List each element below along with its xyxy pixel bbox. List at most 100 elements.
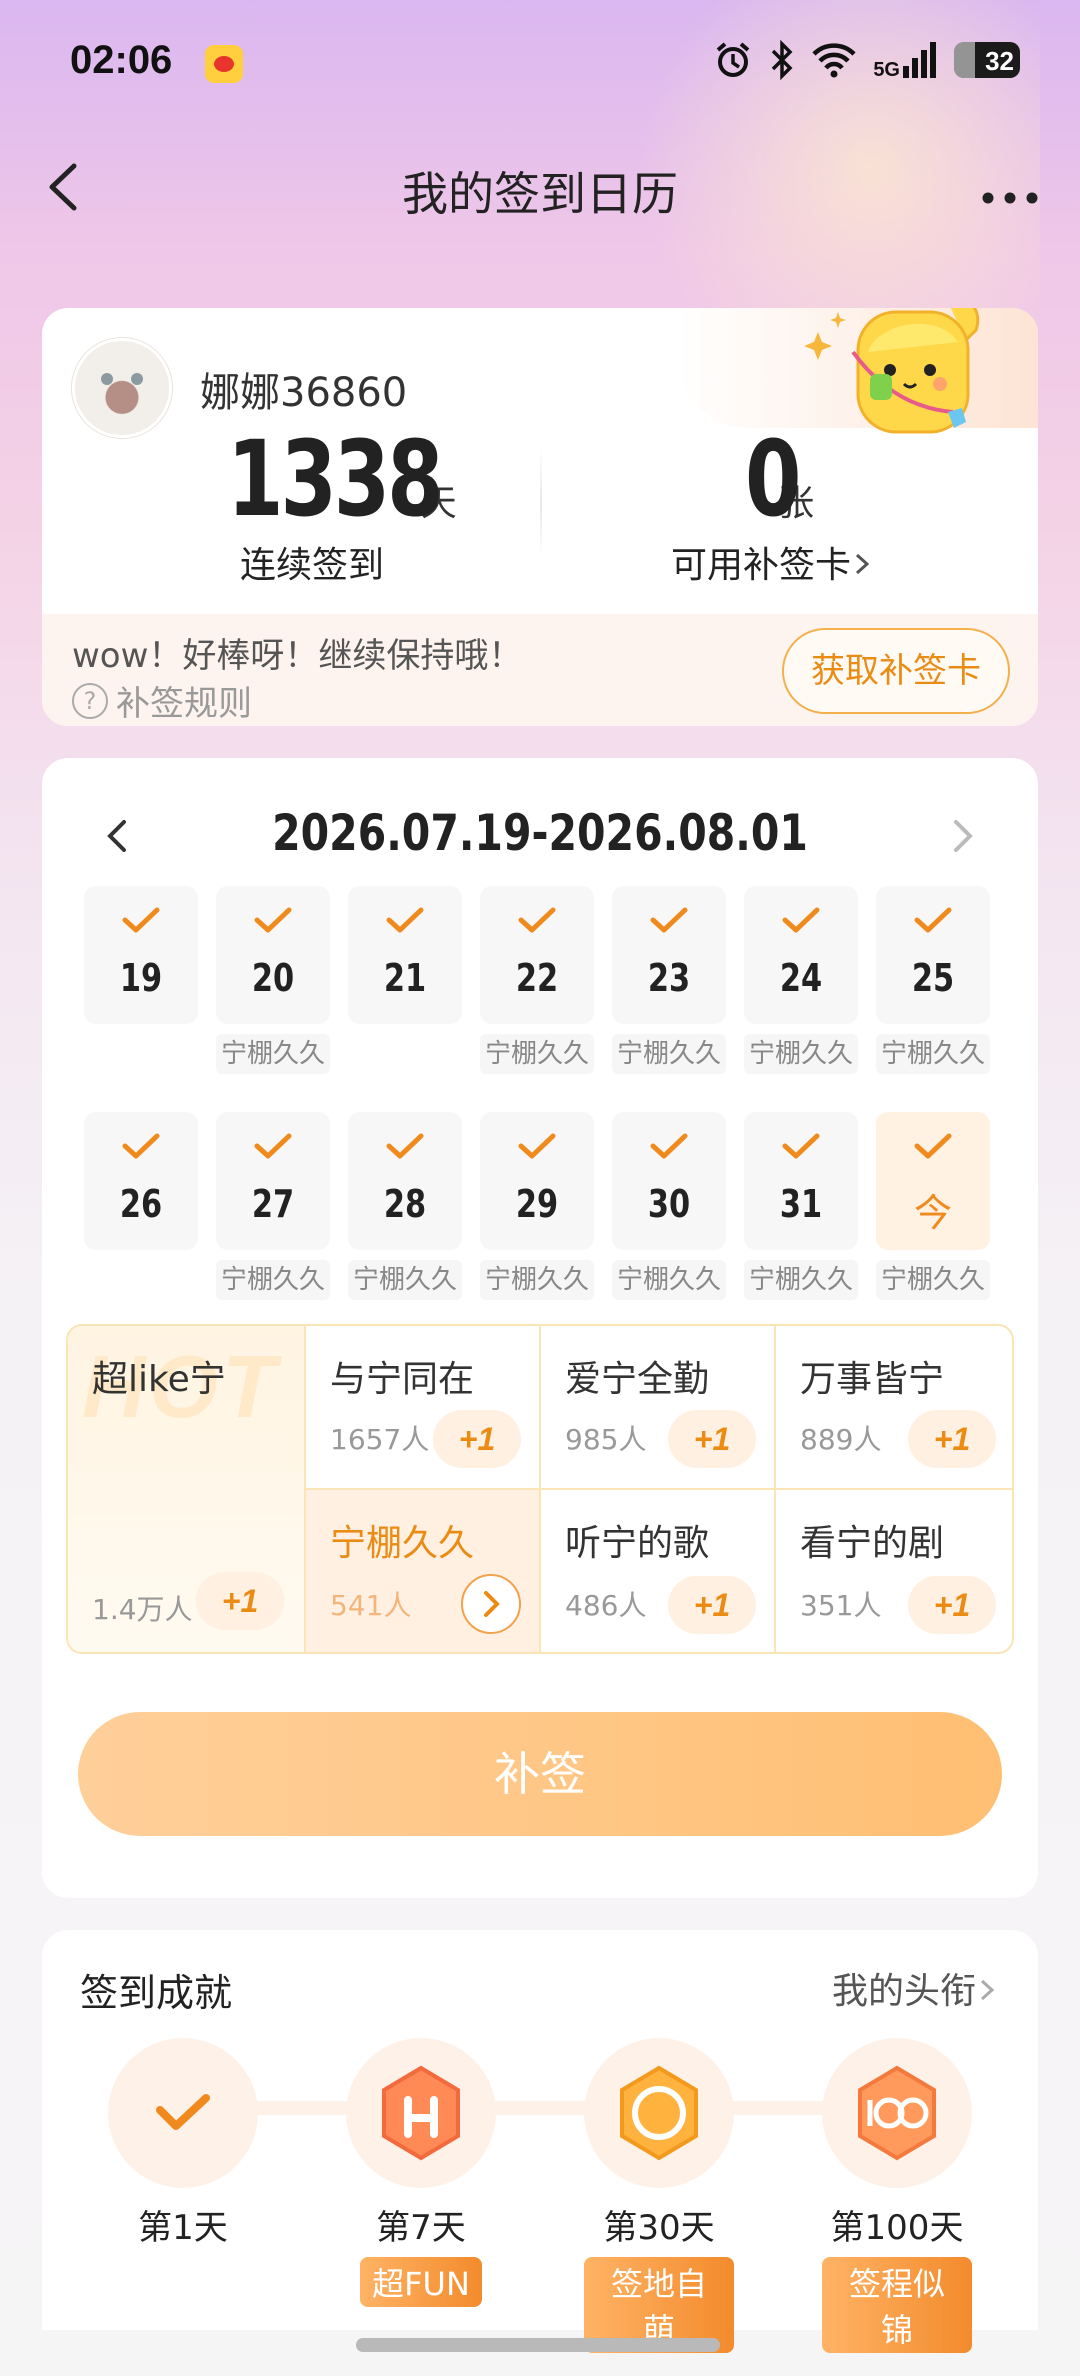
- resign-button[interactable]: 补签: [78, 1712, 1002, 1836]
- plus-one-button[interactable]: +1: [668, 1410, 756, 1468]
- medal-title: 签程似锦: [822, 2257, 972, 2353]
- topic-item[interactable]: HOT 超like宁 1.4万人 +1: [68, 1326, 306, 1652]
- battery-icon: 32: [954, 42, 1020, 78]
- stat-divider: [540, 448, 542, 558]
- home-indicator[interactable]: [356, 2338, 720, 2352]
- day-number: 30: [647, 1182, 691, 1226]
- day-box: 26: [84, 1112, 198, 1250]
- day-box: 19: [84, 886, 198, 1024]
- alarm-icon: [717, 42, 750, 77]
- achievement-medal[interactable]: 第30天 签地自萌: [584, 2038, 734, 2353]
- 100-days-medal-icon: [858, 2065, 936, 2161]
- achievement-medal[interactable]: 第1天: [108, 2038, 258, 2249]
- plus-one-button[interactable]: +1: [433, 1410, 521, 1468]
- day-number: 22: [515, 956, 559, 1000]
- day-box: 21: [348, 886, 462, 1024]
- resign-cards-value: 0: [744, 418, 801, 540]
- day-topic-tag: 宁棚久久: [216, 1260, 330, 1300]
- day-box: 20: [216, 886, 330, 1024]
- topic-item-selected[interactable]: 宁棚久久 541人: [306, 1490, 541, 1652]
- topic-count: 1.4万人: [92, 1593, 193, 1626]
- streak-stat: 1338天 连续签到: [112, 418, 512, 588]
- more-options-icon[interactable]: [970, 154, 1050, 224]
- day-cell[interactable]: 28 宁棚久久: [348, 1112, 462, 1322]
- check-icon: [914, 1133, 952, 1159]
- day-cell[interactable]: 21: [348, 886, 462, 1096]
- day-number: 19: [119, 956, 163, 1000]
- page-title: 我的签到日历: [402, 167, 678, 221]
- day-box: 29: [480, 1112, 594, 1250]
- achievements-card: 签到成就 我的头衔 第1天 第7天 超FUN 第30天 签地自萌 第100天 签…: [42, 1930, 1038, 2353]
- hand-horns-medal-icon: [382, 2065, 460, 2161]
- plus-one-button[interactable]: +1: [668, 1576, 756, 1634]
- topic-grid: HOT 超like宁 1.4万人 +1 与宁同在 1657人 +1 爱宁全勤 9…: [66, 1324, 1014, 1654]
- day-cell[interactable]: 26: [84, 1112, 198, 1322]
- topic-item[interactable]: 万事皆宁 889人 +1: [776, 1326, 1012, 1490]
- day-topic-tag: 宁棚久久: [612, 1034, 726, 1074]
- day-box: 24: [744, 886, 858, 1024]
- encouragement-text: wow！好棒呀！继续保持哦！: [72, 636, 523, 676]
- check-icon: [518, 1133, 556, 1159]
- 30-days-medal-icon: [620, 2065, 698, 2161]
- resign-cards-label: 可用补签卡: [670, 545, 851, 586]
- plus-one-button[interactable]: +1: [196, 1572, 284, 1630]
- get-resign-card-button[interactable]: 获取补签卡: [782, 628, 1010, 714]
- wifi-icon: [812, 43, 856, 78]
- encouragement-bar: wow！好棒呀！继续保持哦！ ? 补签规则 获取补签卡: [42, 614, 1038, 726]
- day-topic-tag: 宁棚久久: [480, 1034, 594, 1074]
- achievement-track: [182, 2101, 898, 2115]
- day-cell[interactable]: 23 宁棚久久: [612, 886, 726, 1096]
- topic-item[interactable]: 听宁的歌 486人 +1: [541, 1490, 776, 1652]
- next-period-icon[interactable]: [932, 806, 992, 866]
- medal-day: 第30天: [603, 2208, 715, 2248]
- day-cell[interactable]: 20 宁棚久久: [216, 886, 330, 1096]
- day-cell[interactable]: 31 宁棚久久: [744, 1112, 858, 1322]
- day-cell[interactable]: 19: [84, 886, 198, 1096]
- check-icon: [254, 1133, 292, 1159]
- day-number: 23: [647, 956, 691, 1000]
- achievements-title: 签到成就: [80, 1971, 233, 2015]
- topic-item[interactable]: 与宁同在 1657人 +1: [306, 1326, 541, 1490]
- streak-label: 连续签到: [239, 545, 384, 586]
- topic-item[interactable]: 看宁的剧 351人 +1: [776, 1490, 1012, 1652]
- day-cell[interactable]: 今宁棚久久: [876, 1112, 990, 1322]
- achievement-medal[interactable]: 第100天 签程似锦: [822, 2038, 972, 2353]
- plus-one-button[interactable]: +1: [908, 1410, 996, 1468]
- day-number: 29: [515, 1182, 559, 1226]
- topic-name: 与宁同在: [330, 1359, 475, 1400]
- check-icon: [254, 907, 292, 933]
- resign-cards-stat[interactable]: 0张 可用补签卡: [572, 418, 972, 588]
- check-icon: [518, 907, 556, 933]
- go-topic-button[interactable]: [461, 1574, 521, 1634]
- topic-count: 1657人: [330, 1423, 430, 1456]
- topic-name: 超like宁: [92, 1359, 226, 1400]
- achievement-medal[interactable]: 第7天 超FUN: [346, 2038, 496, 2307]
- resign-rules-link[interactable]: ? 补签规则: [72, 676, 252, 725]
- topic-item[interactable]: 爱宁全勤 985人 +1: [541, 1326, 776, 1490]
- check-icon: [156, 2094, 210, 2130]
- day-topic-tag: 宁棚久久: [612, 1260, 726, 1300]
- medal-day: 第1天: [138, 2208, 228, 2248]
- day-cell[interactable]: 29 宁棚久久: [480, 1112, 594, 1322]
- plus-one-button[interactable]: +1: [908, 1576, 996, 1634]
- topic-count: 351人: [800, 1589, 882, 1622]
- day-grid: 19 20 宁棚久久 21 22 宁棚久久 23 宁棚久久 24 宁棚久久 25 宁棚久久 26 27 宁棚…: [84, 886, 996, 1322]
- topic-count: 541人: [330, 1589, 412, 1622]
- topic-name: 宁棚久久: [330, 1523, 475, 1564]
- check-icon: [650, 1133, 688, 1159]
- chevron-right-icon: [855, 553, 870, 575]
- topic-count: 985人: [565, 1423, 647, 1456]
- medal-day: 第100天: [830, 2208, 964, 2248]
- day-cell[interactable]: 25 宁棚久久: [876, 886, 990, 1096]
- check-icon: [914, 907, 952, 933]
- day-box: 25: [876, 886, 990, 1024]
- medal-day: 第7天: [376, 2208, 466, 2248]
- my-titles-link[interactable]: 我的头衔: [832, 1962, 998, 2014]
- check-icon: [782, 907, 820, 933]
- day-cell[interactable]: 22 宁棚久久: [480, 886, 594, 1096]
- day-cell[interactable]: 24 宁棚久久: [744, 886, 858, 1096]
- topic-name: 听宁的歌: [565, 1523, 710, 1564]
- day-box: 30: [612, 1112, 726, 1250]
- day-cell[interactable]: 27 宁棚久久: [216, 1112, 330, 1322]
- day-cell[interactable]: 30 宁棚久久: [612, 1112, 726, 1322]
